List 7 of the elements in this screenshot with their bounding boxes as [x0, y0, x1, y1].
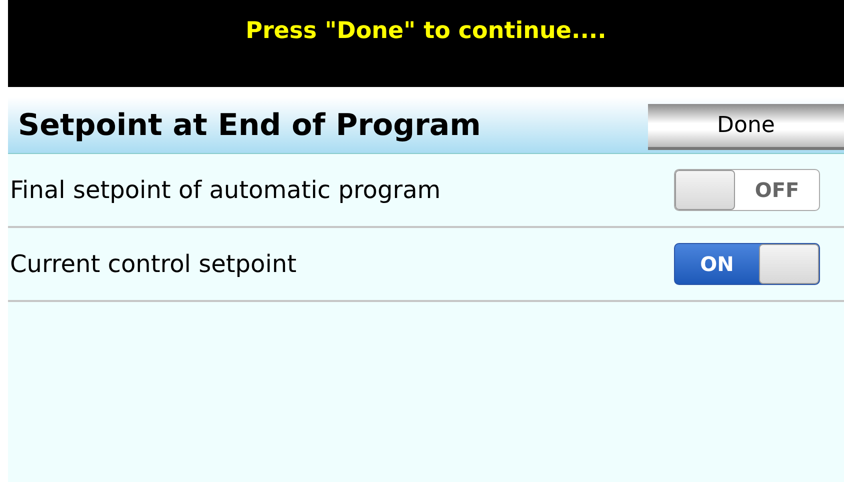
done-button[interactable]: Done: [648, 104, 844, 150]
toggle-switch[interactable]: ON: [674, 243, 820, 285]
toggle-switch[interactable]: OFF: [674, 169, 820, 211]
option-label: Current control setpoint: [10, 250, 296, 278]
instruction-text: Press "Done" to continue....: [246, 18, 606, 46]
option-label: Final setpoint of automatic program: [10, 176, 441, 204]
page-title: Setpoint at End of Program: [18, 108, 481, 142]
